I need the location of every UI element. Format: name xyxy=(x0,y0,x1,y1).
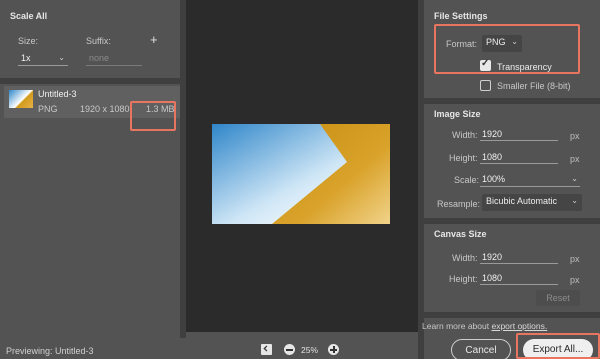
left-panel: Scale All Size: Suffix: + 1x ⌄ none Unti… xyxy=(0,0,186,338)
fit-screen-icon[interactable] xyxy=(261,344,272,355)
suffix-input[interactable]: none xyxy=(86,52,142,66)
canvas-size-title: Canvas Size xyxy=(434,229,487,239)
zoom-value: 25% xyxy=(301,345,319,355)
zoom-controls: 25% xyxy=(258,342,344,357)
chevron-down-icon: ⌄ xyxy=(58,53,65,62)
zoom-in-icon[interactable] xyxy=(328,344,339,355)
reset-button[interactable]: Reset xyxy=(536,290,580,306)
export-options-link[interactable]: export options. xyxy=(491,321,547,331)
export-highlight xyxy=(516,333,600,359)
canvas-width-label: Width: xyxy=(452,253,478,263)
chevron-down-icon: ⌄ xyxy=(571,196,578,205)
file-settings-title: File Settings xyxy=(434,11,488,21)
scale-value: 100% xyxy=(482,174,506,184)
size-value: 1x xyxy=(21,53,31,63)
divider xyxy=(0,78,182,84)
learn-more-text: Learn more about export options. xyxy=(422,321,547,331)
image-width-input[interactable]: 1920 xyxy=(480,129,558,141)
cancel-button[interactable]: Cancel xyxy=(451,339,511,359)
canvas-width-unit: px xyxy=(570,254,580,264)
asset-format: PNG xyxy=(38,104,58,114)
smaller-file-label: Smaller File (8-bit) xyxy=(497,81,571,91)
add-scale-icon[interactable]: + xyxy=(150,32,158,47)
chevron-down-icon: ⌄ xyxy=(571,174,578,183)
size-select[interactable]: 1x ⌄ xyxy=(18,52,68,66)
image-size-title: Image Size xyxy=(434,109,481,119)
right-panel: File Settings Format: PNG ⌄ ✓ Transparen… xyxy=(418,0,600,359)
size-label: Size: xyxy=(18,36,39,46)
resample-select[interactable]: Bicubic Automatic ⌄ xyxy=(482,194,582,211)
format-highlight xyxy=(434,24,580,74)
image-height-unit: px xyxy=(570,154,580,164)
suffix-placeholder: none xyxy=(89,53,110,63)
image-height-input[interactable]: 1080 xyxy=(480,152,558,164)
learn-more-prefix: Learn more about xyxy=(422,321,492,331)
image-height-label: Height: xyxy=(449,153,478,163)
suffix-label: Suffix: xyxy=(86,36,111,46)
asset-dimensions: 1920 x 1080 xyxy=(80,104,130,114)
zoom-out-icon[interactable] xyxy=(284,344,295,355)
asset-thumbnail xyxy=(9,90,33,108)
preview-graphic xyxy=(212,124,390,224)
resample-label: Resample: xyxy=(437,199,481,209)
image-width-label: Width: xyxy=(452,130,478,140)
divider xyxy=(424,312,600,318)
scale-label: Scale: xyxy=(454,175,480,185)
preview-area xyxy=(186,0,418,332)
image-width-unit: px xyxy=(570,131,580,141)
divider xyxy=(424,218,600,224)
asset-name: Untitled-3 xyxy=(38,89,77,99)
scale-select[interactable]: 100% ⌄ xyxy=(480,174,580,187)
smaller-file-checkbox[interactable] xyxy=(480,80,491,91)
preview-image xyxy=(212,124,390,224)
canvas-height-input[interactable]: 1080 xyxy=(480,273,558,285)
divider xyxy=(418,0,424,359)
divider xyxy=(424,98,600,104)
canvas-height-label: Height: xyxy=(449,274,478,284)
resample-value: Bicubic Automatic xyxy=(486,196,558,206)
filesize-highlight xyxy=(130,101,176,131)
scale-all-title: Scale All xyxy=(10,11,48,21)
canvas-height-unit: px xyxy=(570,275,580,285)
canvas-width-input[interactable]: 1920 xyxy=(480,252,558,264)
previewing-text: Previewing: Untitled-3 xyxy=(6,346,94,356)
